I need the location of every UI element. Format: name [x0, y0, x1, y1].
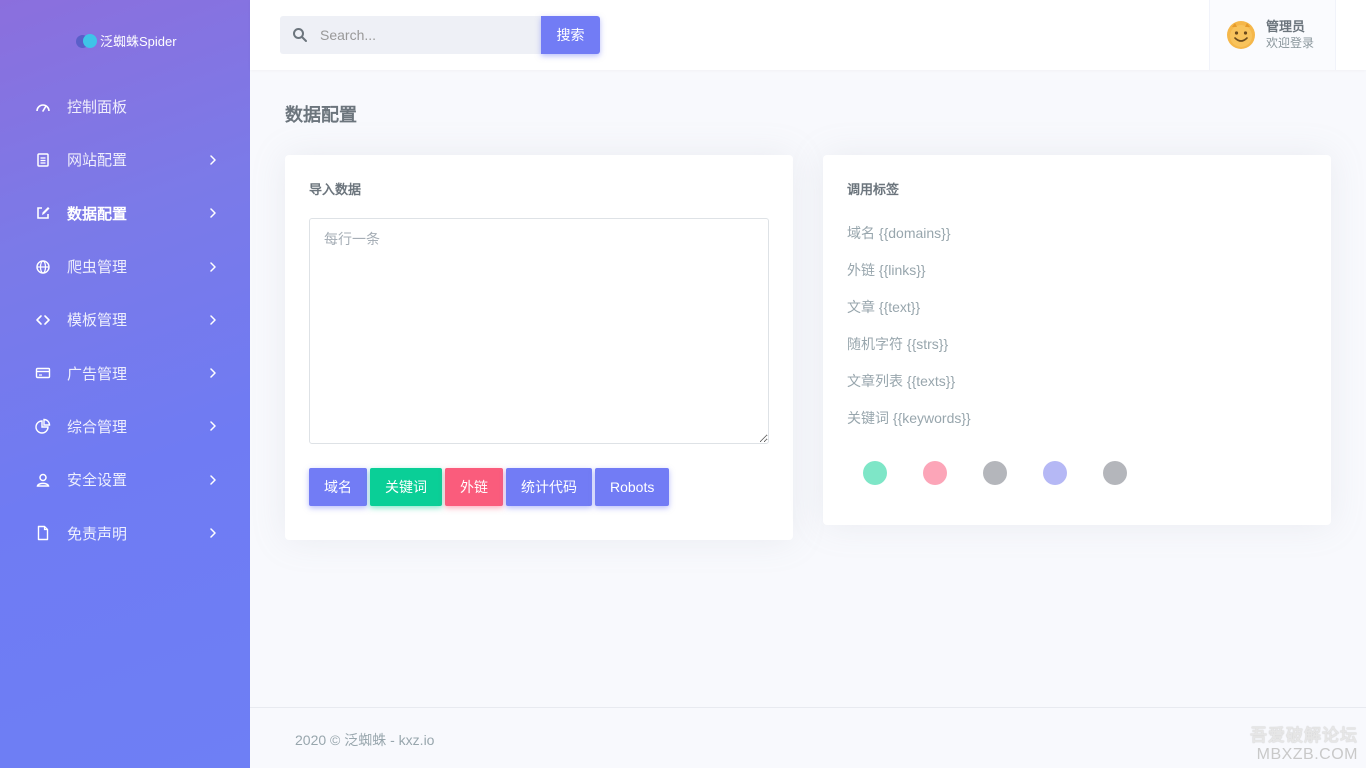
globe-icon — [35, 259, 51, 275]
dashboard-icon — [35, 99, 51, 115]
sidebar-item-label: 安全设置 — [67, 472, 128, 490]
search-input[interactable] — [320, 27, 520, 43]
footer-text: 2020 © 泛蜘蛛 - kxz.io — [295, 732, 435, 748]
chevron-right-icon — [208, 208, 218, 218]
import-button-row: 域名 关键词 外链 统计代码 Robots — [309, 468, 670, 506]
sidebar-item-label: 广告管理 — [67, 365, 128, 383]
brand-logo[interactable]: 泛蜘蛛Spider — [76, 31, 177, 50]
watermark-line1: 吾爱破解论坛 — [1250, 726, 1358, 745]
color-dot — [983, 461, 1007, 485]
tags-card: 调用标签 域名 {{domains}} 外链 {{links}} 文章 {{text… — [823, 155, 1331, 525]
code-icon — [35, 312, 51, 328]
import-data-card: 导入数据 域名关键词外链统计代码Robots — [285, 155, 793, 540]
tag-item: 域名 {{domains}} — [847, 225, 951, 241]
sidebar-item-label: 免责声明 — [67, 525, 128, 543]
import-button-2[interactable]: 外链 — [445, 468, 503, 506]
user-menu[interactable]: 管理员 欢迎登录 — [1209, 0, 1336, 70]
tag-item: 外链 {{links}} — [847, 262, 926, 278]
sidebar-item-label: 数据配置 — [67, 205, 128, 223]
color-dot — [1103, 461, 1127, 485]
tag-item: 随机字符 {{strs}} — [847, 336, 949, 352]
tag-item: 关键词 {{keywords}} — [847, 410, 971, 426]
tags-card-title: 调用标签 — [847, 182, 900, 197]
color-dot — [923, 461, 947, 485]
watermark: 吾爱破解论坛 MBXZB.COM — [1250, 721, 1358, 764]
pie-chart-icon — [35, 418, 51, 435]
sidebar-item-5[interactable]: 广告管理 — [0, 346, 250, 399]
import-textarea[interactable] — [309, 218, 769, 444]
chevron-right-icon — [208, 155, 218, 165]
chevron-right-icon — [208, 421, 218, 432]
import-button-0[interactable]: 域名 — [309, 468, 367, 506]
sidebar-item-6[interactable]: 综合管理 — [0, 400, 250, 453]
user-subtitle: 欢迎登录 — [1266, 36, 1315, 50]
import-button-3[interactable]: 统计代码 — [506, 468, 592, 506]
sidebar-item-2[interactable]: 数据配置 — [0, 187, 250, 240]
import-button-1[interactable]: 关键词 — [370, 468, 442, 506]
tag-item: 文章列表 {{texts}} — [847, 373, 956, 389]
color-dot — [863, 461, 887, 485]
avatar — [1227, 21, 1255, 49]
sidebar-item-4[interactable]: 模板管理 — [0, 293, 250, 346]
import-card-title: 导入数据 — [309, 182, 362, 197]
sidebar-item-7[interactable]: 安全设置 — [0, 453, 250, 506]
user-icon — [35, 472, 51, 488]
tag-list: 域名 {{domains}} 外链 {{links}} 文章 {{text}} 随机字… — [847, 225, 971, 447]
user-name: 管理员 — [1266, 19, 1306, 34]
chevron-right-icon — [208, 368, 218, 378]
edit-icon — [35, 205, 51, 221]
color-dot — [1043, 461, 1067, 485]
sidebar-item-3[interactable]: 爬虫管理 — [0, 240, 250, 293]
page-title: 数据配置 — [285, 105, 357, 125]
sidebar-item-label: 控制面板 — [67, 99, 128, 117]
sidebar-item-label: 综合管理 — [67, 418, 128, 436]
file-icon — [35, 525, 51, 541]
brand-name: 泛蜘蛛Spider — [100, 34, 177, 49]
chevron-right-icon — [208, 474, 218, 485]
top-header: 搜索 管理员 欢迎登录 — [250, 0, 1366, 70]
import-button-4[interactable]: Robots — [595, 468, 670, 506]
search-box — [280, 16, 541, 54]
chevron-right-icon — [208, 261, 218, 272]
chevron-right-icon — [208, 315, 218, 325]
search-button[interactable]: 搜索 — [541, 16, 600, 54]
search-icon — [293, 28, 307, 42]
sidebar-item-label: 网站配置 — [67, 152, 128, 170]
color-dots — [863, 461, 1127, 485]
sidebar: 泛蜘蛛Spider 控制面板网站配置数据配置爬虫管理模板管理广告管理综合管理安全… — [0, 0, 250, 768]
card-icon — [35, 365, 51, 381]
sidebar-item-1[interactable]: 网站配置 — [0, 133, 250, 186]
sidebar-item-8[interactable]: 免责声明 — [0, 506, 250, 559]
sidebar-item-label: 爬虫管理 — [67, 259, 128, 277]
logo-icon — [76, 33, 97, 49]
tag-item: 文章 {{text}} — [847, 299, 921, 315]
sidebar-item-label: 模板管理 — [67, 312, 128, 330]
footer: 2020 © 泛蜘蛛 - kxz.io 吾爱破解论坛 MBXZB.COM — [250, 707, 1366, 768]
document-icon — [35, 152, 51, 168]
sidebar-item-0[interactable]: 控制面板 — [0, 80, 250, 133]
watermark-line2: MBXZB.COM — [1256, 746, 1358, 763]
chevron-right-icon — [208, 528, 218, 538]
sidebar-nav: 控制面板网站配置数据配置爬虫管理模板管理广告管理综合管理安全设置免责声明 — [0, 80, 250, 560]
